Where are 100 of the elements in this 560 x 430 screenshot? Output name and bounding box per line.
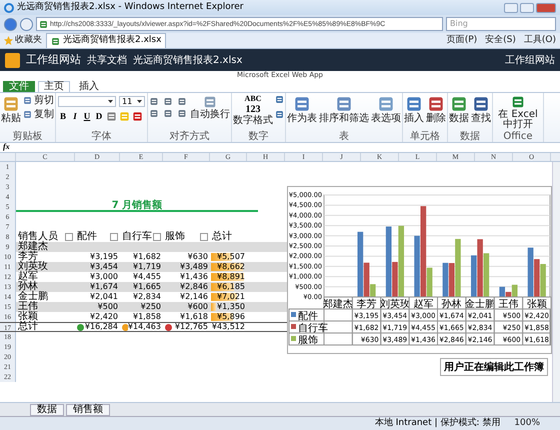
ribbon-tab[interactable]: 主页 (38, 81, 70, 92)
category-label: 张颖 (526, 299, 547, 310)
group-label: 对齐方式 (168, 131, 210, 142)
open-in-excel-button[interactable]: 在 Excel 中打开 (494, 95, 542, 130)
ribbon-button[interactable]: 排序和筛选 (319, 95, 369, 124)
font-name-field[interactable] (58, 96, 116, 107)
browser-logo-icon (4, 2, 14, 12)
table-cell: ¥14,463 (120, 323, 163, 331)
category-label: 孙林 (442, 299, 462, 310)
filter-button[interactable] (65, 233, 73, 241)
menu-button[interactable]: 工具(O) (524, 35, 556, 46)
zoom-button[interactable]: 100% (514, 418, 540, 429)
group-label: 数字 (248, 131, 270, 142)
maximize-button[interactable] (520, 2, 534, 12)
group-label: Office (502, 131, 534, 142)
forward-button[interactable] (20, 18, 33, 30)
legend-label: 服饰 (298, 335, 318, 346)
sheet-tab[interactable]: 销售额 (66, 404, 110, 416)
sheet-tab[interactable]: 数据 (30, 404, 64, 416)
table-cell-text: ¥3,489 (179, 262, 209, 272)
number-format-button[interactable]: ABC 123 数字格式 (233, 95, 273, 126)
copy-button[interactable]: 复制 (23, 109, 54, 120)
breadcrumb-link[interactable]: 工作组网站 (26, 54, 81, 66)
table-cell-text: ¥2,420 (89, 312, 119, 322)
table-cell-text: ¥43,512 (210, 323, 246, 331)
table-cell-text: ¥1,719 (132, 262, 162, 272)
site-logo-icon (5, 52, 20, 68)
group-label: 表 (338, 131, 350, 142)
cut-button[interactable]: 剪切 (23, 95, 54, 106)
table-cell-text: ¥630 (186, 252, 209, 262)
table-header-cell: 配件 (75, 232, 120, 242)
ribbon-button[interactable]: 作为表 (287, 95, 317, 124)
table-cell-text: ¥3,000 (89, 272, 119, 282)
caret-icon (137, 100, 142, 103)
ribbon-button[interactable]: 数据 (449, 95, 469, 124)
table-cell-text: ¥1,665 (132, 282, 162, 292)
font-size-field[interactable]: 11 (119, 96, 145, 107)
group-label: 单元格 (409, 131, 441, 142)
table-cell-text: ¥500 (96, 302, 119, 312)
table-cell-text: ¥1,858 (132, 312, 162, 322)
group-label: 剪贴板 (12, 131, 44, 142)
table-cell: ¥7,021 (210, 292, 247, 302)
legend-label: 配件 (298, 311, 318, 322)
table-cell: ¥8,662 (210, 262, 247, 272)
filter-button[interactable] (110, 233, 118, 241)
security-zone-label: 本地 Intranet | 保护模式: 禁用 (374, 418, 500, 428)
close-button[interactable] (536, 2, 556, 12)
table-cell-text: 李芳 (17, 252, 38, 262)
table-cell-text: 王伟 (17, 302, 39, 312)
table-cell-text: 刘英玫 (17, 262, 49, 272)
table-cell: ¥5,507 (210, 252, 247, 262)
table-cell-text: ¥1,682 (132, 252, 162, 262)
table-cell-text: ¥1,674 (89, 282, 119, 292)
table-header-cell: 服饰 (163, 232, 210, 242)
category-label: 李芳 (356, 299, 377, 310)
filter-button[interactable] (153, 233, 161, 241)
ribbon-tab[interactable]: 文件 (3, 81, 35, 92)
table-cell-text: 张颖 (17, 312, 39, 322)
abc-label: ABC (244, 95, 262, 104)
favorites-button[interactable]: 收藏夹 (4, 35, 42, 46)
table-cell: ¥5,896 (210, 312, 247, 322)
table-header-cell-text: 总计 (211, 232, 233, 242)
browser-tab[interactable]: 光远商贸销售报表2.xlsx (46, 33, 166, 48)
table-cell-text: ¥3,454 (89, 262, 119, 272)
breadcrumb-link[interactable]: 光远商贸销售报表2.xlsx (133, 54, 242, 66)
function-label: fx (3, 143, 10, 152)
table-cell-text: ¥2,146 (179, 292, 209, 302)
table-cell-text: 总计 (17, 323, 39, 331)
text-style-button[interactable]: B (58, 111, 68, 122)
ribbon-tab[interactable]: 插入 (73, 81, 105, 92)
star-icon (4, 36, 13, 45)
ribbon-button[interactable]: 查找 (471, 95, 491, 124)
table-cell-text: ¥600 (186, 302, 209, 312)
paste-button[interactable]: 粘贴 (1, 95, 21, 124)
number-label: 123 (245, 104, 260, 115)
filter-button[interactable] (200, 233, 208, 241)
breadcrumb-link[interactable]: 共享文档 (87, 54, 127, 66)
text-style-button[interactable]: I (70, 111, 80, 122)
group-label: 数据 (459, 131, 481, 142)
ribbon-button[interactable]: 插入 (404, 95, 424, 124)
table-cell-text: ¥1,436 (179, 272, 209, 282)
caret-icon (108, 100, 113, 103)
wrap-text-button[interactable]: 自动换行 (190, 95, 230, 120)
legend-label: 自行车 (298, 323, 328, 334)
table-cell-text: ¥3,195 (89, 252, 119, 262)
back-button[interactable] (4, 18, 17, 30)
table-cell: ¥16,284 (75, 323, 120, 331)
menu-button[interactable]: 安全(S) (485, 35, 516, 46)
category-label: 赵军 (413, 299, 434, 310)
category-label: 郑建杰 (323, 299, 354, 310)
menu-button[interactable]: 页面(P) (446, 35, 478, 46)
ribbon-button[interactable]: 表选项 (371, 95, 401, 124)
user-menu[interactable]: 工作组网站 (505, 54, 555, 66)
vertical-scrollbar[interactable] (552, 162, 560, 402)
table-cell: ¥8,891 (210, 272, 247, 282)
table-cell: ¥6,185 (210, 282, 247, 292)
text-style-button[interactable]: U (82, 111, 92, 122)
ribbon-button[interactable]: 删除 (426, 95, 446, 124)
text-style-button[interactable]: D (94, 111, 104, 122)
minimize-button[interactable] (504, 2, 518, 12)
